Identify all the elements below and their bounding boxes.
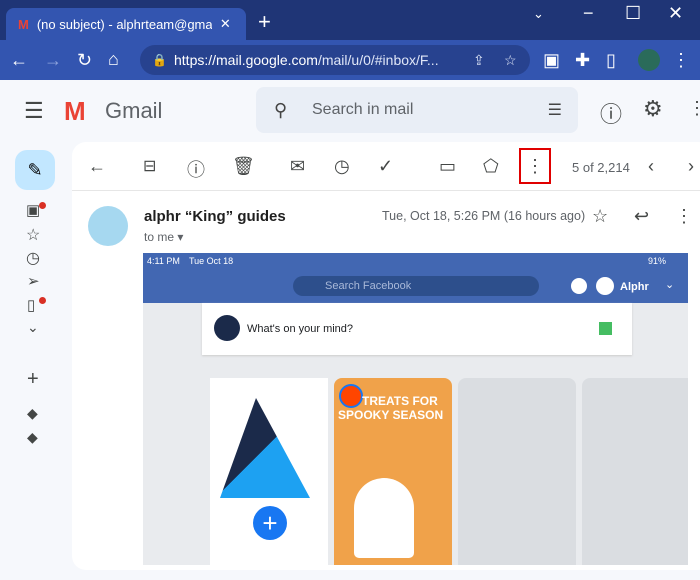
label-icon[interactable]: ◆ [27,429,38,446]
move-to-icon[interactable]: ▭ [439,156,456,177]
embedded-screenshot: 4:11 PM Tue Oct 18 91% Search Facebook A… [143,253,688,565]
facebook-header: 4:11 PM Tue Oct 18 91% Search Facebook A… [143,253,688,303]
bookmark-star-icon[interactable]: ☆ [504,52,517,69]
recipient[interactable]: to me ▾ [144,230,183,244]
label-icon[interactable]: ◆ [27,405,38,422]
apps-icon[interactable]: ⋮ [688,98,700,119]
back-icon[interactable]: ← [10,50,28,70]
minimize-icon[interactable]: − [583,3,594,23]
snooze-icon[interactable]: ◷ [334,156,350,177]
add-task-icon[interactable]: ✓ [378,156,393,177]
starred-icon[interactable]: ☆ [26,225,40,245]
gmail-logo-text: Gmail [105,98,163,123]
add-story-icon: + [253,506,287,540]
newer-icon[interactable]: ‹ [648,156,654,177]
sender-name: alphr “King” guides [144,208,286,225]
help-icon[interactable]: ⓘ [600,97,622,129]
messenger-icon [571,278,587,294]
home-icon[interactable]: ⌂ [108,49,119,69]
address-bar[interactable]: 🔒 https://mail.google.com/mail/u/0/#inbo… [140,45,530,75]
lock-icon: 🔒 [152,53,167,67]
older-icon[interactable]: › [688,156,694,177]
delete-icon[interactable]: 🗑 [232,156,255,177]
sidepanel-icon[interactable]: ▯ [606,50,616,70]
mark-unread-icon[interactable]: ✉ [290,156,305,177]
drafts-icon[interactable]: ▯ [27,296,35,314]
message-more-icon[interactable]: ⋮ [675,206,693,227]
story-card: + [210,378,328,565]
star-icon[interactable]: ☆ [592,206,608,227]
profile-icon [596,277,614,295]
facebook-search[interactable]: Search Facebook [293,276,539,296]
email-date: Tue, Oct 18, 5:26 PM (16 hours ago) [382,209,586,223]
unread-dot [39,202,46,209]
story-card: TREATS FOR SPOOKY SEASON [334,378,452,565]
compose-button[interactable]: ✎ [15,150,55,190]
reply-icon[interactable]: ↩ [634,206,649,227]
tab-search-icon[interactable]: ⌄ [533,4,544,24]
search-options-icon[interactable]: ☰ [548,100,562,120]
snoozed-icon[interactable]: ◷ [26,248,40,268]
forward-icon[interactable]: → [44,50,62,70]
pagination-text: 5 of 2,214 [572,160,630,175]
back-to-inbox-icon[interactable]: ← [88,156,106,177]
more-chevron-icon[interactable]: ⌄ [27,319,39,336]
labels-icon[interactable]: ⬠ [483,156,499,177]
sent-icon[interactable]: ➢ [27,272,40,290]
more-options-button[interactable]: ⋮ [519,148,551,184]
inbox-icon[interactable]: ▣ [26,201,40,219]
composer: What's on your mind? [202,303,632,355]
photo-icon [599,322,612,335]
screenshot-ext-icon[interactable]: ▣ [543,50,560,70]
gmail-logo-icon: M [64,96,86,126]
chevron-down-icon: ⌄ [665,279,675,291]
main-menu-icon[interactable]: ☰ [24,98,44,124]
menu-icon[interactable]: ⋮ [672,50,690,70]
search-icon: ⚲ [274,99,288,120]
alphr-logo-icon [214,315,240,341]
gmail-favicon-icon: M [18,16,29,32]
browser-tab-bar: M (no subject) - alphrteam@gmail.c ✕ + ⌄… [0,0,700,40]
archive-icon[interactable]: ⊟ [143,156,156,176]
tab-title: (no subject) - alphrteam@gmail.c [36,16,212,32]
new-tab-icon[interactable]: + [258,11,271,33]
add-label-icon[interactable]: + [27,368,39,391]
browser-tab[interactable]: M (no subject) - alphrteam@gmail.c ✕ [6,8,246,40]
reload-icon[interactable]: ↻ [77,50,92,70]
share-icon[interactable]: ⇪ [473,52,485,69]
sender-avatar [88,206,128,246]
profile-avatar[interactable] [638,49,660,71]
settings-gear-icon[interactable]: ⚙ [643,96,663,122]
close-window-icon[interactable]: ✕ [668,3,683,23]
extensions-icon[interactable]: ✚ [575,50,590,70]
close-tab-icon[interactable]: ✕ [220,16,231,32]
maximize-icon[interactable]: ☐ [625,3,641,23]
drafts-dot [39,297,46,304]
search-input[interactable]: ⚲ Search in mail ☰ [256,87,578,133]
report-spam-icon[interactable]: ⓘ [187,156,205,182]
